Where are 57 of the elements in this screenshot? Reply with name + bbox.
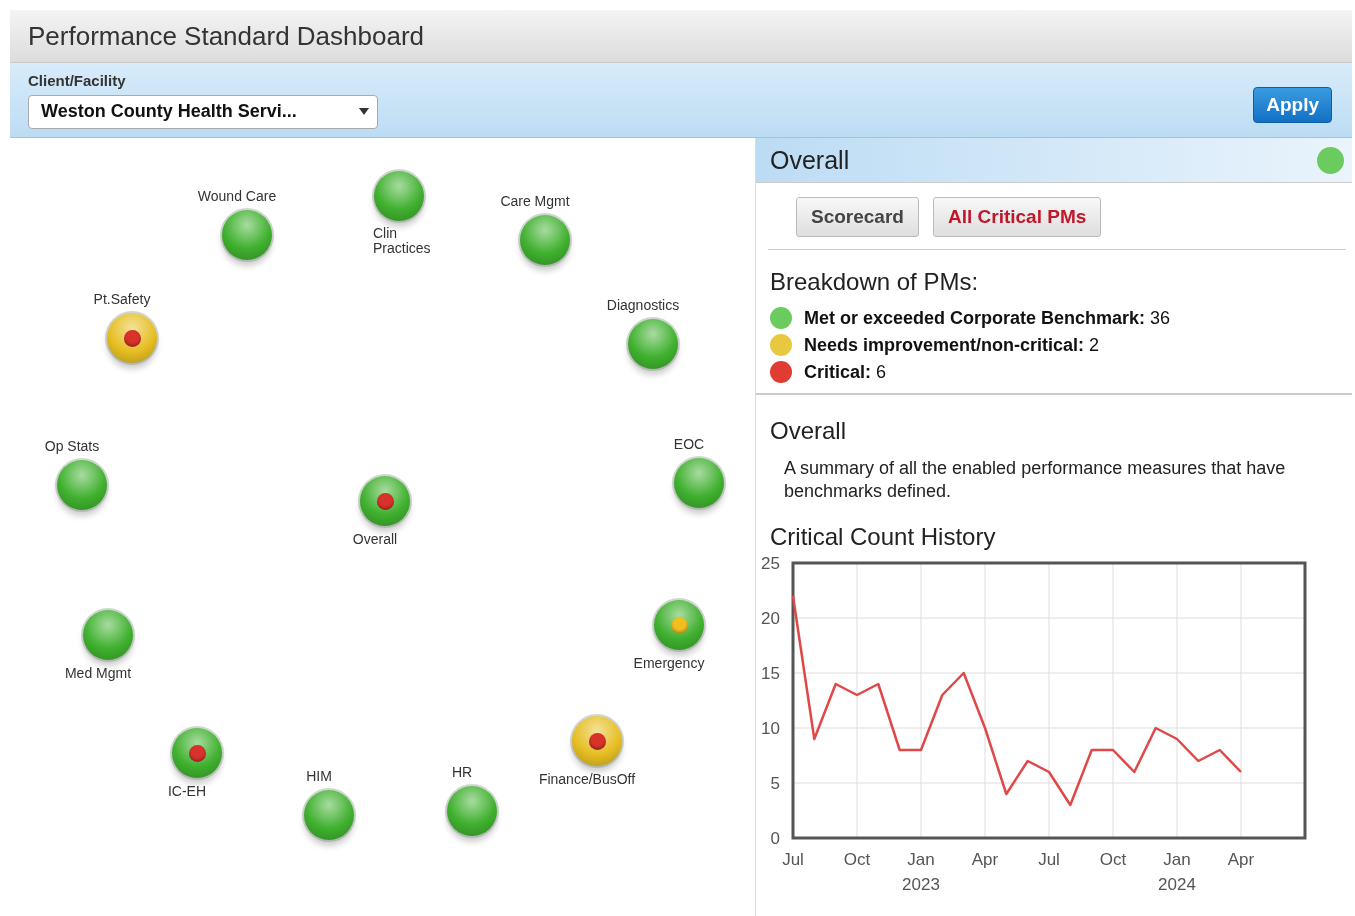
node-label: Emergency	[633, 655, 705, 671]
node-label: Wound Care	[197, 188, 277, 204]
node-label: Med Mgmt	[64, 665, 132, 681]
status-light[interactable]	[304, 790, 354, 840]
legend-text: Met or exceeded Corporate Benchmark: 36	[804, 307, 1171, 329]
chart-title: Critical Count History	[770, 523, 997, 551]
status-light[interactable]	[572, 716, 622, 766]
facility-dropdown[interactable]: Weston County Health Servi...	[28, 94, 378, 129]
legend-text: Critical: 6	[804, 361, 887, 383]
description-text: A summary of all the enabled performance measures that have benchmarks defined.	[784, 457, 1287, 503]
axis-label: 20	[761, 609, 780, 628]
section-heading: Breakdown of PMs:	[770, 268, 980, 296]
status-light[interactable]	[520, 215, 570, 265]
node-label: Pt.Safety	[93, 291, 151, 307]
axis-label: 15	[761, 664, 780, 683]
apply-button[interactable]: Apply	[1253, 87, 1332, 123]
axis-label: 25	[761, 554, 780, 573]
axis-label: Jan 2024	[1158, 850, 1196, 893]
node-label: Care Mgmt	[500, 193, 570, 209]
node-label: HIM	[306, 768, 332, 784]
status-light[interactable]	[447, 786, 497, 836]
field-label: Client/Facility	[28, 71, 127, 89]
status-light[interactable]	[674, 458, 724, 508]
node-label: Op Stats	[44, 438, 100, 454]
status-light[interactable]	[57, 460, 107, 510]
axis-label: Apr	[1227, 850, 1255, 869]
tab-button[interactable]: All Critical PMs	[932, 197, 1102, 237]
axis-label: Oct	[1099, 850, 1127, 869]
caret-icon	[359, 108, 369, 115]
axis-label: 10	[761, 719, 780, 738]
panel-title: Overall	[770, 145, 850, 175]
section-heading: Overall	[770, 417, 848, 445]
node-label: HR	[451, 764, 473, 780]
axis-label: 5	[770, 774, 780, 793]
status-light[interactable]	[107, 313, 157, 363]
node-label: Clin Practices	[373, 226, 432, 256]
status-light[interactable]	[172, 728, 222, 778]
node-label: Diagnostics	[606, 297, 680, 313]
axis-label: Jul	[1038, 850, 1060, 869]
status-light[interactable]	[222, 210, 272, 260]
status-light[interactable]	[628, 319, 678, 369]
legend-text: Needs improvement/non-critical: 2	[804, 334, 1100, 356]
status-light[interactable]	[374, 171, 424, 221]
status-light[interactable]	[654, 600, 704, 650]
axis-label: 0	[770, 829, 780, 848]
node-label: Finance/BusOff	[538, 771, 636, 787]
axis-label: Apr	[971, 850, 999, 869]
tab-button[interactable]: Scorecard	[796, 197, 919, 237]
node-label: IC-EH	[167, 783, 207, 799]
node-label: Overall	[352, 531, 398, 547]
status-light[interactable]	[360, 476, 410, 526]
status-light[interactable]	[83, 610, 133, 660]
axis-label: Jan 2023	[902, 850, 940, 893]
axis-label: Oct	[843, 850, 871, 869]
node-label: EOC	[673, 436, 705, 452]
window-title: Performance Standard Dashboard	[28, 20, 424, 52]
axis-label: Jul	[782, 850, 804, 869]
